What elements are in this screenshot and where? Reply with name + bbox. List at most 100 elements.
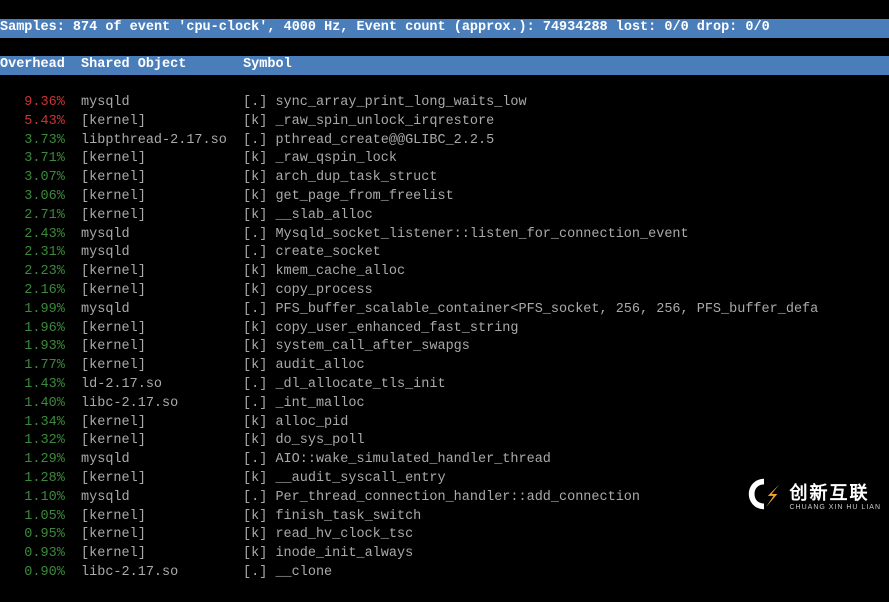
table-row[interactable]: 5.43% [kernel] [k] _raw_spin_unlock_irqr…: [0, 113, 889, 132]
col-overhead: Overhead: [0, 57, 65, 72]
shared-object: [kernel]: [65, 170, 243, 185]
overhead-pct: 1.10%: [0, 490, 65, 505]
shared-object: [kernel]: [65, 358, 243, 373]
overhead-pct: 2.31%: [0, 245, 65, 260]
table-row[interactable]: 1.10% mysqld [.] Per_thread_connection_h…: [0, 489, 889, 508]
symbol-flag: [k]: [243, 471, 275, 486]
table-row[interactable]: 3.06% [kernel] [k] get_page_from_freelis…: [0, 188, 889, 207]
header-line: Samples: 874 of event 'cpu-clock', 4000 …: [0, 19, 889, 38]
symbol-name: __clone: [275, 565, 332, 580]
table-row[interactable]: 2.43% mysqld [.] Mysqld_socket_listener:…: [0, 226, 889, 245]
table-row[interactable]: 1.34% [kernel] [k] alloc_pid: [0, 414, 889, 433]
symbol-flag: [k]: [243, 339, 275, 354]
overhead-pct: 1.29%: [0, 452, 65, 467]
overhead-pct: 2.71%: [0, 208, 65, 223]
lost-drop: lost: 0/0 drop: 0/0: [608, 20, 770, 35]
table-row[interactable]: 9.36% mysqld [.] sync_array_print_long_w…: [0, 94, 889, 113]
symbol-name: _raw_spin_unlock_irqrestore: [275, 114, 494, 129]
overhead-pct: 3.07%: [0, 170, 65, 185]
overhead-pct: 1.34%: [0, 415, 65, 430]
overhead-pct: 1.40%: [0, 396, 65, 411]
shared-object: [kernel]: [65, 208, 243, 223]
event-count: 74934288: [543, 20, 608, 35]
table-row[interactable]: 1.99% mysqld [.] PFS_buffer_scalable_con…: [0, 301, 889, 320]
column-headers: Overhead Shared Object Symbol: [0, 56, 889, 75]
of-event-label: of event ': [97, 20, 186, 35]
symbol-name: create_socket: [275, 245, 380, 260]
symbol-name: system_call_after_swapgs: [275, 339, 469, 354]
shared-object: [kernel]: [65, 415, 243, 430]
symbol-name: copy_process: [275, 283, 372, 298]
shared-object: [kernel]: [65, 433, 243, 448]
overhead-pct: 2.16%: [0, 283, 65, 298]
samples-count: 874: [73, 20, 97, 35]
symbol-flag: [k]: [243, 264, 275, 279]
symbol-flag: [k]: [243, 114, 275, 129]
symbol-name: sync_array_print_long_waits_low: [275, 95, 526, 110]
table-row[interactable]: 1.40% libc-2.17.so [.] _int_malloc: [0, 395, 889, 414]
symbol-name: _raw_qspin_lock: [275, 151, 397, 166]
symbol-flag: [k]: [243, 283, 275, 298]
symbol-flag: [k]: [243, 546, 275, 561]
symbol-name: pthread_create@@GLIBC_2.2.5: [275, 133, 494, 148]
perf-report-terminal[interactable]: Samples: 874 of event 'cpu-clock', 4000 …: [0, 0, 889, 602]
shared-object: mysqld: [65, 302, 243, 317]
shared-object: [kernel]: [65, 151, 243, 166]
overhead-pct: 9.36%: [0, 95, 65, 110]
symbol-name: arch_dup_task_struct: [275, 170, 437, 185]
table-row[interactable]: 2.23% [kernel] [k] kmem_cache_alloc: [0, 263, 889, 282]
overhead-pct: 1.99%: [0, 302, 65, 317]
overhead-pct: 3.71%: [0, 151, 65, 166]
symbol-flag: [.]: [243, 565, 275, 580]
table-row[interactable]: 1.05% [kernel] [k] finish_task_switch: [0, 508, 889, 527]
table-row[interactable]: 1.28% [kernel] [k] __audit_syscall_entry: [0, 470, 889, 489]
symbol-name: alloc_pid: [275, 415, 348, 430]
table-row[interactable]: 2.31% mysqld [.] create_socket: [0, 244, 889, 263]
table-row[interactable]: 2.71% [kernel] [k] __slab_alloc: [0, 207, 889, 226]
table-row[interactable]: 1.93% [kernel] [k] system_call_after_swa…: [0, 338, 889, 357]
symbol-flag: [k]: [243, 433, 275, 448]
symbol-flag: [.]: [243, 452, 275, 467]
table-row[interactable]: 3.71% [kernel] [k] _raw_qspin_lock: [0, 150, 889, 169]
symbol-name: _int_malloc: [275, 396, 364, 411]
symbol-flag: [.]: [243, 377, 275, 392]
symbol-flag: [k]: [243, 321, 275, 336]
shared-object: [kernel]: [65, 283, 243, 298]
table-row[interactable]: 2.16% [kernel] [k] copy_process: [0, 282, 889, 301]
symbol-flag: [k]: [243, 170, 275, 185]
symbol-flag: [k]: [243, 208, 275, 223]
col-symbol: Symbol: [243, 57, 292, 72]
table-row[interactable]: 0.95% [kernel] [k] read_hv_clock_tsc: [0, 526, 889, 545]
symbol-name: inode_init_always: [275, 546, 413, 561]
symbol-name: PFS_buffer_scalable_container<PFS_socket…: [275, 302, 818, 317]
shared-object: [kernel]: [65, 339, 243, 354]
symbol-name: kmem_cache_alloc: [275, 264, 405, 279]
symbol-name: AIO::wake_simulated_handler_thread: [275, 452, 550, 467]
symbol-name: do_sys_poll: [275, 433, 364, 448]
table-row[interactable]: 1.96% [kernel] [k] copy_user_enhanced_fa…: [0, 320, 889, 339]
overhead-pct: 2.43%: [0, 227, 65, 242]
symbol-flag: [.]: [243, 227, 275, 242]
symbol-name: __audit_syscall_entry: [275, 471, 445, 486]
shared-object: libc-2.17.so: [65, 565, 243, 580]
table-row[interactable]: 1.43% ld-2.17.so [.] _dl_allocate_tls_in…: [0, 376, 889, 395]
hz-label: , 4000 Hz, Event count (approx.):: [267, 20, 542, 35]
symbol-name: copy_user_enhanced_fast_string: [275, 321, 518, 336]
symbol-flag: [.]: [243, 490, 275, 505]
overhead-pct: 1.77%: [0, 358, 65, 373]
symbol-name: audit_alloc: [275, 358, 364, 373]
table-row[interactable]: 1.29% mysqld [.] AIO::wake_simulated_han…: [0, 451, 889, 470]
symbol-name: finish_task_switch: [275, 509, 421, 524]
table-row[interactable]: 0.90% libc-2.17.so [.] __clone: [0, 564, 889, 583]
symbol-flag: [k]: [243, 415, 275, 430]
shared-object: mysqld: [65, 227, 243, 242]
table-row[interactable]: 0.93% [kernel] [k] inode_init_always: [0, 545, 889, 564]
symbol-flag: [k]: [243, 527, 275, 542]
shared-object: [kernel]: [65, 264, 243, 279]
table-row[interactable]: 3.07% [kernel] [k] arch_dup_task_struct: [0, 169, 889, 188]
table-row[interactable]: 1.77% [kernel] [k] audit_alloc: [0, 357, 889, 376]
overhead-pct: 1.93%: [0, 339, 65, 354]
table-row[interactable]: 3.73% libpthread-2.17.so [.] pthread_cre…: [0, 132, 889, 151]
table-row[interactable]: 1.32% [kernel] [k] do_sys_poll: [0, 432, 889, 451]
symbol-flag: [.]: [243, 95, 275, 110]
